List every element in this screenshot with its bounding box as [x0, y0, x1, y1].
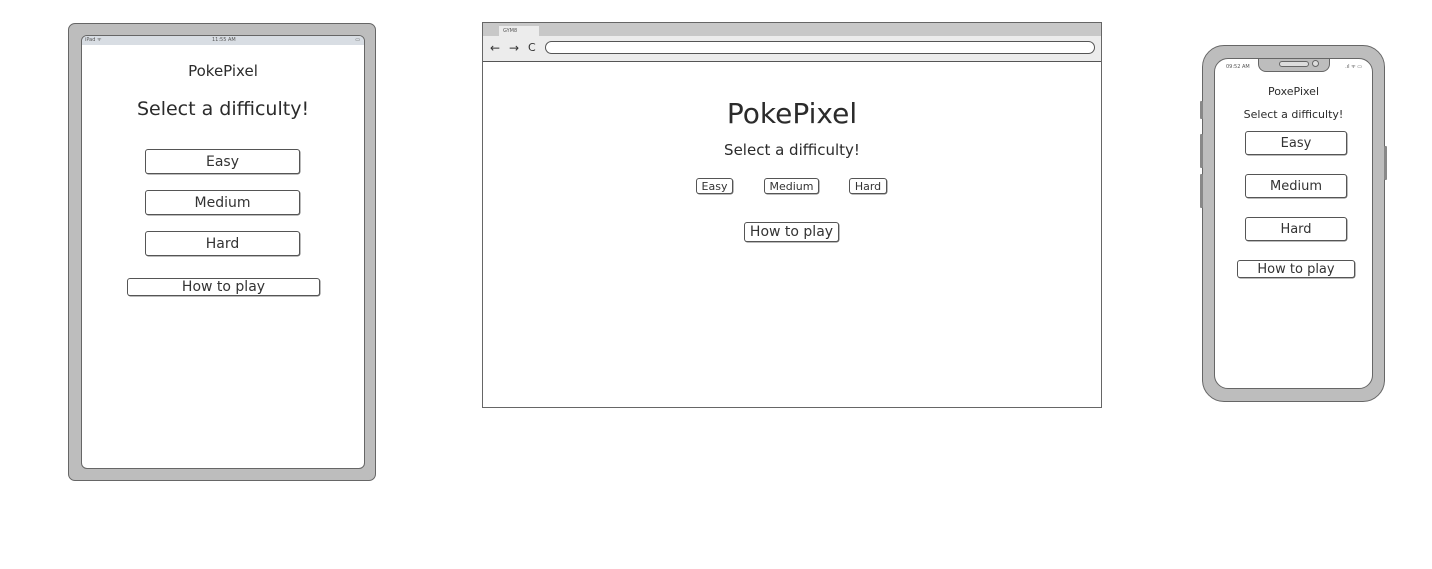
phone-hard-button[interactable]: Hard [1245, 217, 1347, 241]
speaker-icon [1279, 61, 1309, 67]
tablet-status-bar: iPad ᯤ 11:55 AM ▭ [82, 36, 364, 45]
browser-toolbar: ← → C [483, 36, 1101, 62]
browser-easy-button[interactable]: Easy [696, 178, 733, 194]
tablet-easy-button[interactable]: Easy [145, 149, 300, 174]
tablet-medium-button[interactable]: Medium [145, 190, 300, 215]
camera-icon [1312, 60, 1319, 67]
browser-mockup: GYM8 ← → C PokePixel Select a difficulty… [482, 22, 1102, 408]
phone-volume-down [1200, 174, 1203, 208]
phone-heading: Select a difficulty! [1243, 108, 1344, 121]
tablet-status-time: 11:55 AM [212, 37, 236, 43]
phone-mockup: 09:52 AM .ıl ᯤ ▭ PoxePixel Select a diff… [1200, 45, 1387, 402]
url-bar[interactable] [545, 41, 1095, 54]
phone-title: PoxePixel [1267, 85, 1319, 98]
forward-arrow-icon[interactable]: → [509, 41, 519, 55]
phone-notch [1258, 59, 1330, 72]
phone-volume-up [1200, 134, 1203, 168]
phone-power-button [1384, 146, 1387, 180]
phone-medium-button[interactable]: Medium [1245, 174, 1347, 198]
reload-icon[interactable]: C [528, 41, 536, 55]
browser-title: PokePixel [726, 97, 858, 130]
tablet-hard-button[interactable]: Hard [145, 231, 300, 256]
phone-status-time: 09:52 AM [1226, 64, 1250, 70]
phone-how-to-play-button[interactable]: How to play [1237, 260, 1355, 278]
browser-medium-button[interactable]: Medium [764, 178, 819, 194]
battery-icon: ▭ [355, 37, 360, 43]
browser-heading: Select a difficulty! [724, 141, 860, 159]
phone-easy-button[interactable]: Easy [1245, 131, 1347, 155]
tablet-mockup: iPad ᯤ 11:55 AM ▭ PokePixel Select a dif… [68, 23, 376, 481]
browser-hard-button[interactable]: Hard [849, 178, 887, 194]
signal-wifi-battery-icon: .ıl ᯤ ▭ [1345, 64, 1362, 70]
browser-tab[interactable]: GYM8 [499, 26, 539, 36]
tablet-title: PokePixel [188, 62, 258, 80]
tablet-heading: Select a difficulty! [136, 98, 310, 120]
tablet-status-device: iPad ᯤ [85, 37, 102, 43]
browser-tab-bar: GYM8 [483, 23, 1101, 36]
tablet-screen: iPad ᯤ 11:55 AM ▭ PokePixel Select a dif… [81, 35, 365, 469]
phone-screen: 09:52 AM .ıl ᯤ ▭ PoxePixel Select a diff… [1214, 58, 1373, 389]
back-arrow-icon[interactable]: ← [490, 41, 500, 55]
browser-how-to-play-button[interactable]: How to play [744, 222, 839, 242]
phone-mute-switch [1200, 101, 1203, 119]
tablet-how-to-play-button[interactable]: How to play [127, 278, 320, 296]
